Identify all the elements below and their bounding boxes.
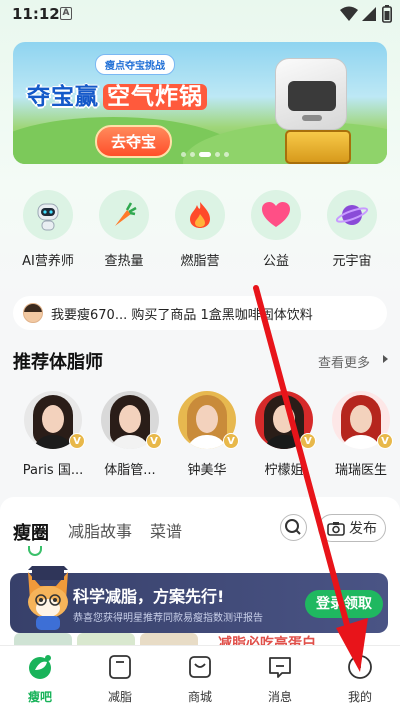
bottom-nav: 瘦吧 减脂 商城 消息 我的	[0, 645, 400, 711]
nav-label: 减脂	[107, 690, 132, 704]
air-fryer-image	[275, 58, 347, 130]
arrow-right-icon	[383, 355, 388, 363]
verified-badge-icon: V	[146, 433, 162, 449]
coach-name: 体脂管...	[104, 463, 156, 478]
promo-title: 科学减脂，方案先行!	[73, 587, 225, 606]
wifi-icon	[340, 6, 358, 21]
carrot-icon	[99, 190, 149, 240]
coach-card[interactable]: V 钟美华	[171, 391, 243, 478]
view-more-link[interactable]: 查看更多	[318, 352, 370, 371]
coach-card[interactable]: V 体脂管...	[94, 391, 166, 478]
quick-links: AI营养师 查热量 燃脂营 公益 元宇宙	[0, 190, 400, 280]
promo-banner[interactable]: 瘦点夺宝挑战 夺宝赢 空气炸锅 去夺宝	[13, 42, 387, 164]
post-label: 发布	[349, 521, 377, 537]
coach-name: 柠檬姐	[264, 463, 304, 478]
fox-mascot-icon	[28, 566, 68, 630]
leaf-icon	[27, 654, 53, 680]
message-icon	[267, 654, 293, 680]
quick-link-calorie[interactable]: 查热量	[89, 190, 159, 269]
coach-name: Paris 国...	[22, 463, 84, 478]
camera-icon	[327, 521, 345, 536]
quick-link-ai-nutritionist[interactable]: AI营养师	[13, 190, 83, 269]
nav-tab-messages[interactable]: 消息	[250, 654, 310, 705]
coach-name: 瑞瑞医生	[334, 463, 387, 478]
battery-icon	[382, 5, 392, 23]
verified-badge-icon: V	[377, 433, 393, 449]
banner-pagination	[181, 152, 229, 157]
quick-link-label: AI营养师	[22, 254, 74, 269]
quick-link-fat-burn-camp[interactable]: 燃脂营	[165, 190, 235, 269]
verified-badge-icon: V	[223, 433, 239, 449]
banner-title-prefix: 夺宝赢	[27, 84, 99, 110]
login-claim-button[interactable]: 登录领取	[305, 590, 383, 618]
quick-link-label: 公益	[262, 254, 289, 269]
flame-icon	[175, 190, 225, 240]
coach-card[interactable]: V 柠檬姐	[248, 391, 320, 478]
search-button[interactable]	[280, 514, 307, 541]
verified-badge-icon: V	[300, 433, 316, 449]
coach-card[interactable]: V 瑞瑞医生	[325, 391, 397, 478]
coach-name: 钟美华	[187, 463, 227, 478]
search-icon	[285, 519, 301, 535]
planet-icon	[327, 190, 377, 240]
tab-recipes[interactable]: 菜谱	[150, 518, 182, 542]
quick-link-metaverse[interactable]: 元宇宙	[317, 190, 387, 269]
coach-card[interactable]: V Paris 国...	[17, 391, 89, 478]
purchase-notice[interactable]: 我要瘦670... 购买了商品 1盒黑咖啡固体饮料	[13, 296, 387, 330]
quick-link-label: 查热量	[104, 254, 144, 269]
quick-link-charity[interactable]: 公益	[241, 190, 311, 269]
tab-shouquan[interactable]: 瘦圈	[13, 519, 49, 545]
nav-tab-home[interactable]: 瘦吧	[10, 654, 70, 705]
post-button[interactable]: 发布	[318, 514, 386, 542]
notice-text: 我要瘦670... 购买了商品 1盒黑咖啡固体饮料	[51, 307, 313, 323]
quick-link-label: 元宇宙	[332, 254, 372, 269]
robot-icon	[23, 190, 73, 240]
tab-fat-loss-stories[interactable]: 减脂故事	[68, 518, 132, 542]
signal-icon	[362, 7, 376, 21]
nav-label: 我的	[347, 690, 372, 704]
quick-link-label: 燃脂营	[180, 254, 220, 269]
treasure-box-image	[285, 130, 351, 164]
banner-tag: 瘦点夺宝挑战	[95, 54, 175, 75]
banner-title: 夺宝赢 空气炸锅	[27, 77, 207, 111]
section-title: 推荐体脂师	[13, 352, 103, 373]
nav-label: 商城	[187, 690, 212, 704]
nav-tab-profile[interactable]: 我的	[330, 654, 390, 705]
banner-title-highlight: 空气炸锅	[103, 84, 207, 110]
go-treasure-button[interactable]: 去夺宝	[95, 125, 173, 158]
nav-label: 瘦吧	[27, 690, 52, 704]
status-bar: 11:12 A	[0, 0, 400, 30]
nav-tab-shop[interactable]: 商城	[170, 654, 230, 705]
notification-a-icon: A	[60, 7, 72, 20]
promo-subtitle: 恭喜您获得明星推荐同款易瘦指数测评报告	[73, 613, 263, 624]
status-time: 11:12	[12, 5, 60, 23]
verified-badge-icon: V	[69, 433, 85, 449]
scale-icon	[107, 654, 133, 680]
nav-tab-fat-loss[interactable]: 减脂	[90, 654, 150, 705]
nav-label: 消息	[267, 690, 292, 704]
avatar	[23, 303, 43, 323]
bag-icon	[187, 654, 213, 680]
heart-icon	[251, 190, 301, 240]
profile-icon	[347, 654, 373, 680]
